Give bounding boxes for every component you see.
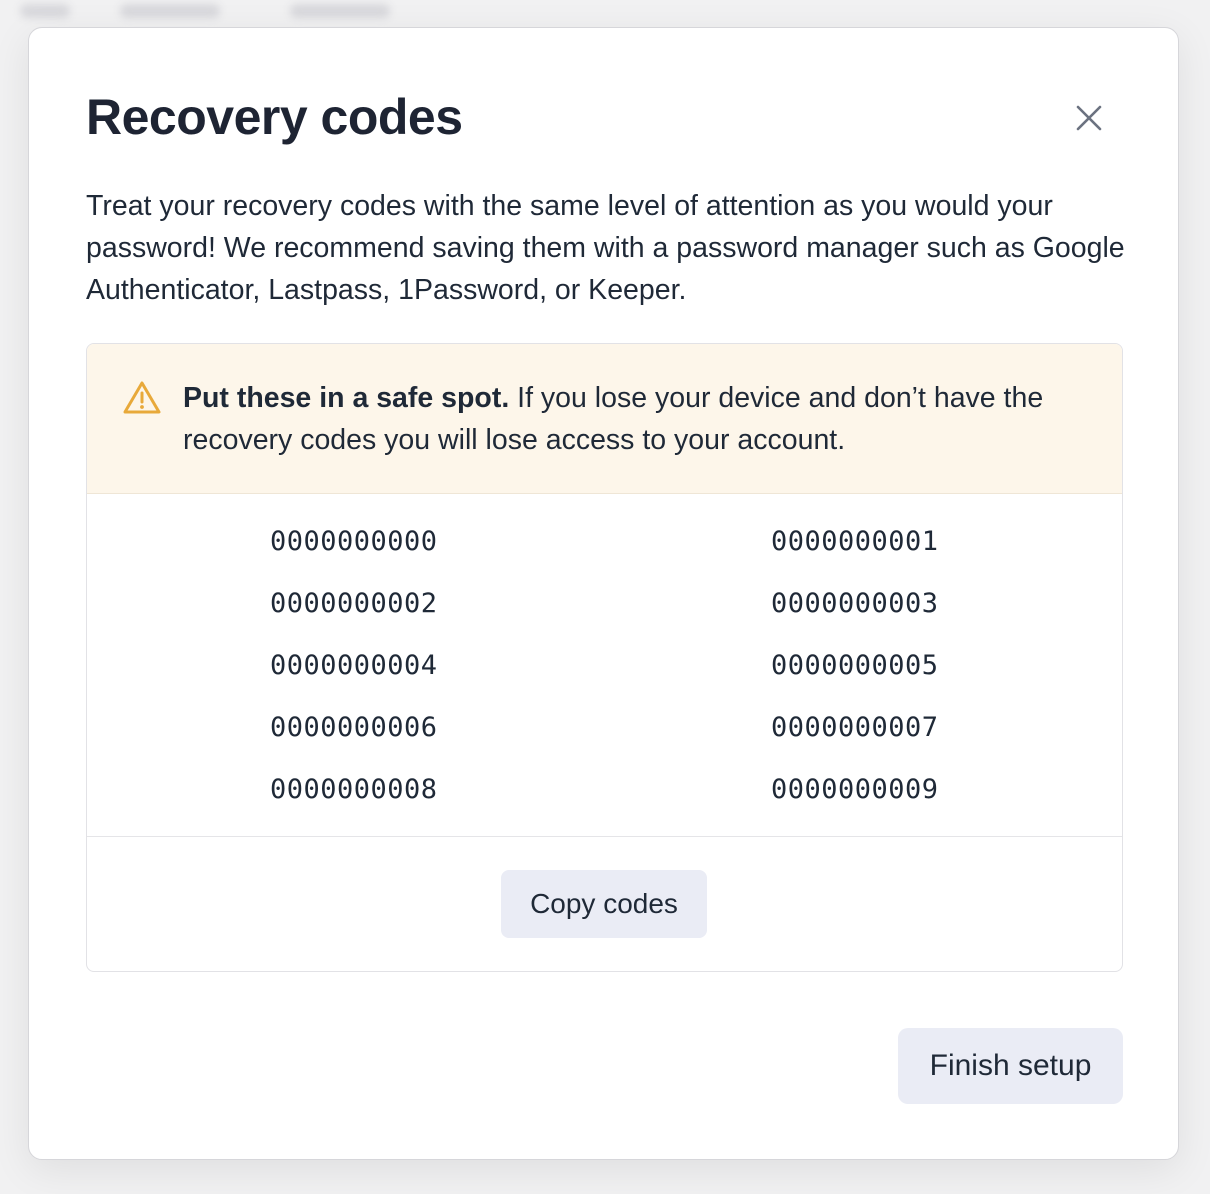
recovery-code: 0000000009 [771, 774, 939, 805]
recovery-code: 0000000006 [270, 712, 438, 743]
recovery-codes-dialog: Recovery codes Treat your recovery codes… [28, 27, 1179, 1160]
close-icon [1076, 105, 1102, 131]
dialog-intro-text: Treat your recovery codes with the same … [86, 190, 1125, 306]
close-button[interactable] [1069, 98, 1109, 138]
warning-icon [123, 381, 161, 414]
codes-grid: 0000000000 0000000001 0000000002 0000000… [87, 494, 1122, 837]
recovery-code: 0000000000 [270, 526, 438, 557]
recovery-code: 0000000002 [270, 588, 438, 619]
dialog-title: Recovery codes [86, 89, 463, 145]
recovery-code: 0000000008 [270, 774, 438, 805]
recovery-code: 0000000003 [771, 588, 939, 619]
recovery-code: 0000000007 [771, 712, 939, 743]
recovery-codes-card: Put these in a safe spot. If you lose yo… [86, 343, 1123, 972]
alert-bold-text: Put these in a safe spot. [183, 382, 510, 414]
finish-setup-button[interactable]: Finish setup [898, 1028, 1123, 1104]
alert-message: Put these in a safe spot. If you lose yo… [183, 377, 1103, 461]
copy-codes-button[interactable]: Copy codes [501, 870, 707, 938]
recovery-code: 0000000004 [270, 650, 438, 681]
recovery-code: 0000000001 [771, 526, 939, 557]
recovery-code: 0000000005 [771, 650, 939, 681]
safe-spot-alert: Put these in a safe spot. If you lose yo… [87, 344, 1122, 494]
